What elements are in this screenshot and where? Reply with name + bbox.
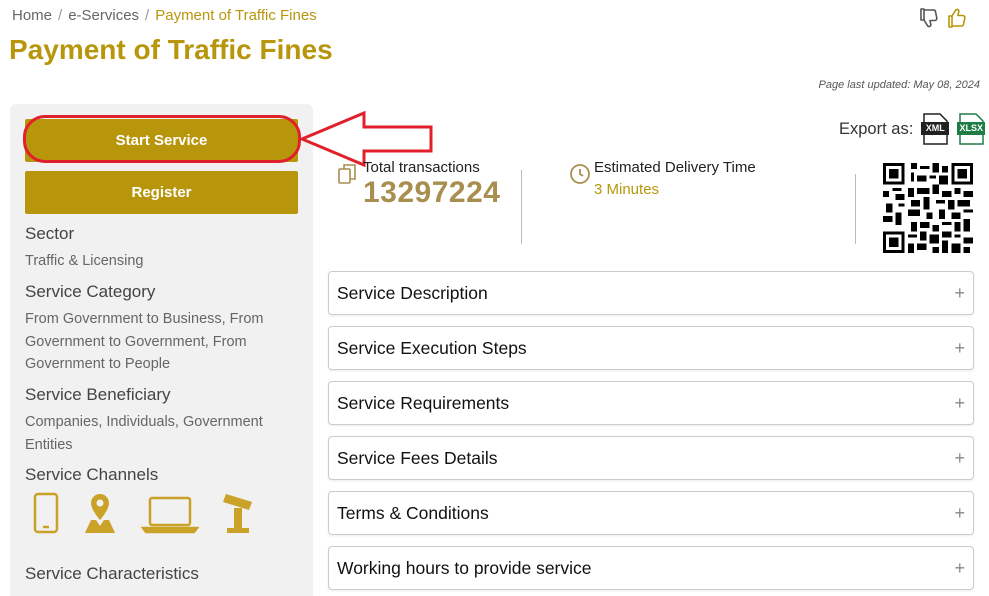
expand-plus-icon[interactable]: + (954, 558, 965, 579)
clock-icon (570, 164, 590, 184)
accordion-title: Service Description (337, 282, 488, 303)
location-map-icon (85, 494, 115, 533)
export-xml-button[interactable]: XML (921, 113, 950, 145)
page-title: Payment of Traffic Fines (9, 34, 333, 65)
estimated-delivery-value: 3 Minutes (594, 181, 660, 198)
accordion-service-requirements[interactable]: Service Requirements + (328, 381, 974, 425)
accordion-service-execution-steps[interactable]: Service Execution Steps + (328, 326, 974, 370)
sector-section: Sector Traffic & Licensing (25, 224, 305, 273)
export-label: Export as: (839, 119, 914, 138)
qr-code-icon (883, 163, 973, 253)
start-service-highlight (23, 115, 301, 163)
breadcrumb: Home / e-Services / Payment of Traffic F… (12, 7, 317, 24)
breadcrumb-separator: / (145, 7, 150, 24)
stats-divider (855, 174, 856, 244)
laptop-icon (141, 496, 199, 534)
service-category-value: From Government to Business, From Govern… (25, 311, 264, 372)
service-beneficiary-heading: Service Beneficiary (25, 385, 171, 404)
breadcrumb-current: Payment of Traffic Fines (155, 7, 317, 24)
accordion-title: Terms & Conditions (337, 502, 489, 523)
export-xlsx-button[interactable]: XLSX (957, 113, 986, 145)
expand-plus-icon[interactable]: + (954, 448, 965, 469)
accordion-service-description[interactable]: Service Description + (328, 271, 974, 315)
service-characteristics-heading: Service Characteristics (25, 564, 199, 583)
sector-value: Traffic & Licensing (25, 253, 144, 269)
service-channels-section: Service Channels (25, 465, 305, 485)
service-beneficiary-value: Companies, Individuals, Government Entit… (25, 414, 263, 453)
kiosk-icon (223, 494, 252, 533)
total-transactions-value: 13297224 (363, 176, 501, 209)
expand-plus-icon[interactable]: + (954, 503, 965, 524)
service-category-section: Service Category From Government to Busi… (25, 282, 305, 376)
accordion-title: Service Fees Details (337, 447, 498, 468)
estimated-delivery-label: Estimated Delivery Time (594, 159, 756, 176)
thumbs-down-icon[interactable] (917, 6, 941, 30)
service-characteristics-section: Service Characteristics (25, 564, 305, 584)
xml-file-label: XML (925, 123, 945, 133)
service-channels-heading: Service Channels (25, 465, 159, 484)
accordion-service-fees-details[interactable]: Service Fees Details + (328, 436, 974, 480)
accordion-title: Service Requirements (337, 392, 510, 413)
accordion-working-hours[interactable]: Working hours to provide service + (328, 546, 974, 590)
copy-transactions-icon (338, 164, 356, 184)
service-channel-icons (33, 492, 255, 534)
xlsx-file-label: XLSX (959, 123, 984, 133)
sector-heading: Sector (25, 224, 75, 243)
expand-plus-icon[interactable]: + (954, 338, 965, 359)
total-transactions-label: Total transactions (363, 159, 480, 176)
accordion-title: Service Execution Steps (337, 337, 527, 358)
export-options: Export as: XML XLSX (839, 113, 986, 145)
service-beneficiary-section: Service Beneficiary Companies, Individua… (25, 385, 305, 456)
accordion-terms-conditions[interactable]: Terms & Conditions + (328, 491, 974, 535)
breadcrumb-separator: / (58, 7, 63, 24)
expand-plus-icon[interactable]: + (954, 393, 965, 414)
breadcrumb-eservices-link[interactable]: e-Services (68, 7, 139, 24)
expand-plus-icon[interactable]: + (954, 283, 965, 304)
page-last-updated: Page last updated: May 08, 2024 (818, 79, 980, 91)
service-category-heading: Service Category (25, 282, 156, 301)
accordion-title: Working hours to provide service (337, 557, 592, 578)
thumbs-up-icon[interactable] (945, 6, 969, 30)
mobile-icon (33, 492, 59, 534)
stats-divider (521, 170, 522, 244)
breadcrumb-home-link[interactable]: Home (12, 7, 52, 24)
feedback-buttons (917, 6, 969, 30)
register-button[interactable]: Register (25, 171, 298, 214)
